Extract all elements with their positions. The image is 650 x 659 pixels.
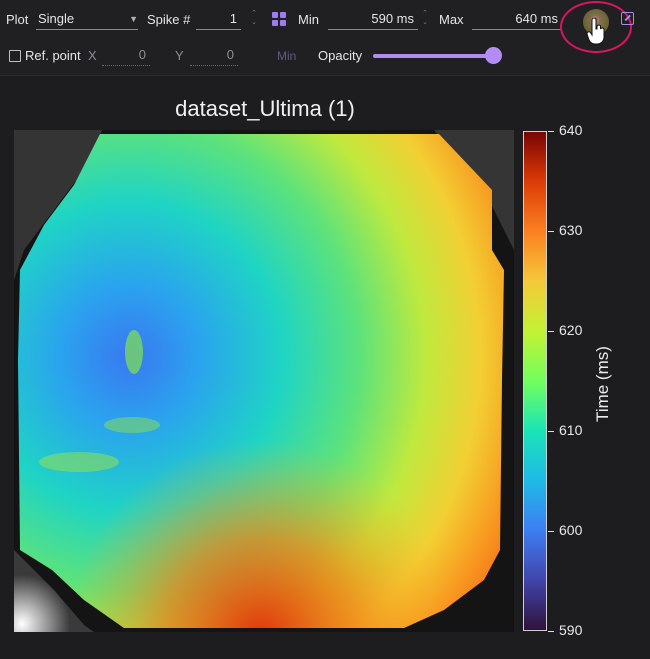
y-label: Y xyxy=(175,48,184,63)
map-late-region xyxy=(18,134,504,628)
colorbar-tick-label: 630 xyxy=(559,222,583,238)
y-input[interactable]: 0 xyxy=(190,45,238,66)
colorbar-tick xyxy=(548,631,554,632)
max-input[interactable]: 640 ms xyxy=(472,9,562,30)
plot-label: Plot xyxy=(6,12,29,27)
max-label: Max xyxy=(439,12,464,27)
plot-select[interactable]: Single ▼ xyxy=(36,9,138,30)
spike-input[interactable]: 1 xyxy=(196,9,241,30)
hand-pointer-icon xyxy=(586,18,605,45)
spike-value: 1 xyxy=(229,11,237,26)
chevron-down-icon: ▼ xyxy=(129,14,138,24)
colorbar-tick xyxy=(548,431,554,432)
colorbar-tick xyxy=(548,331,554,332)
map-ridge-1 xyxy=(104,417,160,433)
activation-map[interactable] xyxy=(14,130,514,632)
colorbar-tick-label: 610 xyxy=(559,422,583,438)
colorbar-tick-label: 640 xyxy=(559,122,583,138)
toolbar: Plot Single ▼ Spike # 1 ⌃ ⌄ Min 590 ms ⌃ ⌄… xyxy=(0,0,650,76)
y-value: 0 xyxy=(226,47,234,62)
ref-point-checkbox[interactable] xyxy=(9,50,21,62)
min-button[interactable]: Min xyxy=(277,49,296,63)
opacity-slider-thumb[interactable] xyxy=(485,47,502,64)
colorbar-label: Time (ms) xyxy=(593,346,612,422)
x-value: 0 xyxy=(138,47,146,62)
colorbar-tick xyxy=(548,231,554,232)
opacity-label: Opacity xyxy=(318,48,363,63)
colorbar-tick xyxy=(548,131,554,132)
min-value: 590 ms xyxy=(371,11,414,26)
min-stepper[interactable]: ⌃ ⌄ xyxy=(421,9,429,31)
colorbar xyxy=(523,131,547,631)
x-input[interactable]: 0 xyxy=(102,45,150,66)
colorbar-tick-label: 590 xyxy=(559,622,583,638)
colorbar-tick xyxy=(548,531,554,532)
x-label: X xyxy=(88,48,97,63)
spike-stepper[interactable]: ⌃ ⌄ xyxy=(250,9,258,31)
min-label: Min xyxy=(298,12,319,27)
opacity-slider-track[interactable] xyxy=(373,54,493,58)
ref-point-label: Ref. point xyxy=(25,48,81,63)
grid-icon[interactable] xyxy=(272,12,286,26)
plot-title: dataset_Ultima (1) xyxy=(175,96,355,121)
map-focal-mark xyxy=(125,330,143,374)
plot-select-value: Single xyxy=(38,11,75,26)
min-input[interactable]: 590 ms xyxy=(328,9,418,30)
colorbar-tick-label: 600 xyxy=(559,522,583,538)
external-link-icon[interactable] xyxy=(621,12,634,25)
colorbar-tick-label: 620 xyxy=(559,322,583,338)
max-value: 640 ms xyxy=(515,11,558,26)
map-ridge-2 xyxy=(39,452,119,472)
spike-label: Spike # xyxy=(147,12,191,27)
